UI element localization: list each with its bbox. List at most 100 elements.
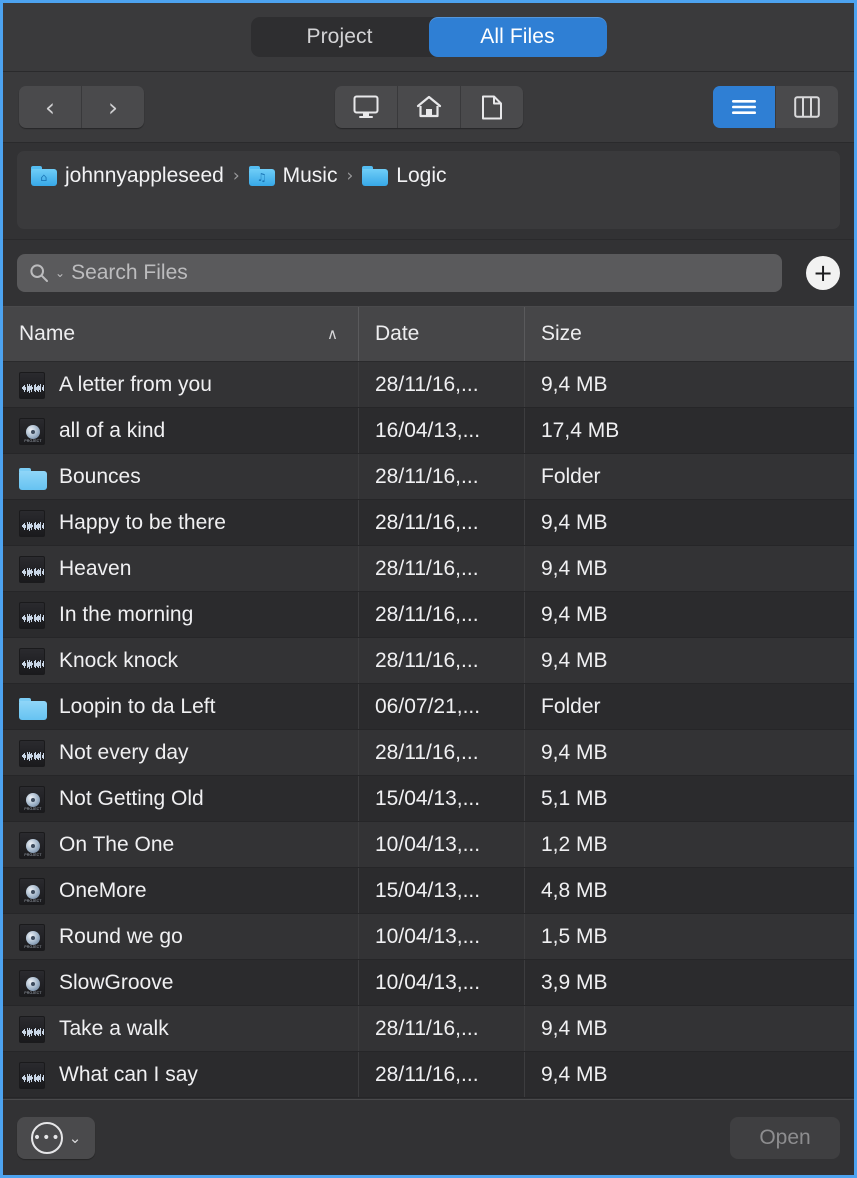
cell-date: 28/11/16,... bbox=[359, 546, 525, 591]
cell-size: Folder bbox=[525, 454, 854, 499]
file-date: 28/11/16,... bbox=[375, 603, 479, 627]
add-button[interactable]: + bbox=[806, 256, 840, 290]
file-name: SlowGroove bbox=[59, 971, 173, 995]
audio-file-icon bbox=[19, 1060, 45, 1090]
file-date: 28/11/16,... bbox=[375, 557, 479, 581]
table-row[interactable]: Take a walk 28/11/16,... 9,4 MB bbox=[3, 1006, 854, 1052]
file-size: 9,4 MB bbox=[541, 1017, 608, 1041]
cell-date: 15/04/13,... bbox=[359, 868, 525, 913]
column-header-label: Size bbox=[541, 322, 582, 346]
cell-name: PROJECTNot Getting Old bbox=[3, 776, 359, 821]
logic-project-icon: PROJECT bbox=[19, 830, 45, 860]
cell-date: 28/11/16,... bbox=[359, 592, 525, 637]
file-name: A letter from you bbox=[59, 373, 212, 397]
column-view-button[interactable] bbox=[776, 86, 838, 128]
cell-name: Bounces bbox=[3, 454, 359, 499]
file-name: Bounces bbox=[59, 465, 141, 489]
file-date: 10/04/13,... bbox=[375, 971, 480, 995]
chevron-left-icon: ‹ bbox=[45, 95, 55, 120]
breadcrumb-item-logic[interactable]: Logic bbox=[362, 164, 446, 188]
file-date: 16/04/13,... bbox=[375, 419, 480, 443]
column-view-icon bbox=[794, 96, 820, 118]
audio-file-icon bbox=[19, 370, 45, 400]
plus-icon: + bbox=[813, 261, 833, 285]
location-home-button[interactable] bbox=[398, 86, 461, 128]
cell-date: 10/04/13,... bbox=[359, 914, 525, 959]
home-icon bbox=[416, 95, 442, 119]
file-name: What can I say bbox=[59, 1063, 198, 1087]
bottom-bar: ••• ⌄ Open bbox=[3, 1099, 854, 1175]
search-placeholder: Search Files bbox=[71, 261, 188, 285]
cell-name: Take a walk bbox=[3, 1006, 359, 1051]
tab-all-files[interactable]: All Files bbox=[429, 17, 607, 57]
cell-name: Heaven bbox=[3, 546, 359, 591]
table-row[interactable]: PROJECTOn The One10/04/13,...1,2 MB bbox=[3, 822, 854, 868]
cell-date: 28/11/16,... bbox=[359, 1006, 525, 1051]
table-row[interactable]: In the morning 28/11/16,... 9,4 MB bbox=[3, 592, 854, 638]
column-header-size[interactable]: Size bbox=[525, 307, 854, 361]
location-documents-button[interactable] bbox=[461, 86, 523, 128]
table-row[interactable]: What can I say 28/11/16,... 9,4 MB bbox=[3, 1052, 854, 1098]
open-button[interactable]: Open bbox=[730, 1117, 840, 1159]
cell-name: PROJECT all of a kind bbox=[3, 408, 359, 453]
cell-date: 06/07/21,... bbox=[359, 684, 525, 729]
file-date: 28/11/16,... bbox=[375, 511, 479, 535]
chevron-down-icon[interactable]: ⌄ bbox=[55, 266, 65, 280]
location-computer-button[interactable] bbox=[335, 86, 398, 128]
forward-button[interactable]: › bbox=[82, 86, 144, 128]
file-date: 28/11/16,... bbox=[375, 649, 479, 673]
table-row[interactable]: PROJECTRound we go10/04/13,...1,5 MB bbox=[3, 914, 854, 960]
cell-size: 1,5 MB bbox=[525, 914, 854, 959]
path-panel: ⌂ johnnyappleseed › ♫ Music › bbox=[3, 143, 854, 240]
breadcrumb-separator: › bbox=[233, 166, 240, 186]
table-row[interactable]: Not every day28/11/16,...9,4 MB bbox=[3, 730, 854, 776]
list-view-icon bbox=[730, 98, 758, 116]
audio-file-icon bbox=[19, 554, 45, 584]
file-date: 28/11/16,... bbox=[375, 465, 479, 489]
file-list: Name ∧ Date Size A letter from you 28/11/… bbox=[3, 306, 854, 1099]
tab-project[interactable]: Project bbox=[251, 17, 429, 57]
segmented-control: Project All Files bbox=[251, 17, 607, 57]
logic-project-icon: PROJECT bbox=[19, 416, 45, 446]
table-row[interactable]: PROJECTSlowGroove10/04/13,...3,9 MB bbox=[3, 960, 854, 1006]
cell-size: 9,4 MB bbox=[525, 546, 854, 591]
audio-file-icon bbox=[19, 508, 45, 538]
file-name: all of a kind bbox=[59, 419, 165, 443]
file-name: Take a walk bbox=[59, 1017, 169, 1041]
cell-size: 4,8 MB bbox=[525, 868, 854, 913]
file-browser-window: Project All Files ‹ › bbox=[0, 0, 857, 1178]
file-size: 9,4 MB bbox=[541, 1063, 608, 1087]
table-row[interactable]: Bounces 28/11/16,... Folder bbox=[3, 454, 854, 500]
table-row[interactable]: A letter from you28/11/16,...9,4 MB bbox=[3, 362, 854, 408]
table-row[interactable]: Happy to be there28/11/16,...9,4 MB bbox=[3, 500, 854, 546]
breadcrumb-item-music[interactable]: ♫ Music bbox=[249, 164, 338, 188]
file-size: 4,8 MB bbox=[541, 879, 608, 903]
column-header-date[interactable]: Date bbox=[359, 307, 525, 361]
cell-size: 9,4 MB bbox=[525, 730, 854, 775]
table-row[interactable]: Knock knock28/11/16,...9,4 MB bbox=[3, 638, 854, 684]
file-size: 1,2 MB bbox=[541, 833, 608, 857]
breadcrumb-label: johnnyappleseed bbox=[65, 164, 224, 188]
search-input[interactable]: ⌄ Search Files bbox=[17, 254, 782, 292]
cell-name: In the morning bbox=[3, 592, 359, 637]
table-row[interactable]: PROJECTOneMore15/04/13,...4,8 MB bbox=[3, 868, 854, 914]
cell-size: Folder bbox=[525, 684, 854, 729]
cell-size: 9,4 MB bbox=[525, 592, 854, 637]
table-row[interactable]: PROJECTNot Getting Old15/04/13,...5,1 MB bbox=[3, 776, 854, 822]
cell-name: Knock knock bbox=[3, 638, 359, 683]
file-date: 28/11/16,... bbox=[375, 373, 479, 397]
list-view-button[interactable] bbox=[713, 86, 776, 128]
file-date: 28/11/16,... bbox=[375, 1063, 479, 1087]
tab-strip: Project All Files bbox=[3, 3, 854, 72]
chevron-right-icon: › bbox=[108, 95, 118, 120]
action-menu-button[interactable]: ••• ⌄ bbox=[17, 1117, 95, 1159]
cell-size: 9,4 MB bbox=[525, 1006, 854, 1051]
column-header-name[interactable]: Name ∧ bbox=[3, 307, 359, 361]
table-row[interactable]: Loopin to da Left06/07/21,...Folder bbox=[3, 684, 854, 730]
table-row[interactable]: PROJECTall of a kind16/04/13,...17,4 MB bbox=[3, 408, 854, 454]
table-row[interactable]: Heaven 28/11/16,... 9,4 MB bbox=[3, 546, 854, 592]
file-date: 15/04/13,... bbox=[375, 787, 480, 811]
breadcrumb-item-johnnyappleseed[interactable]: ⌂ johnnyappleseed bbox=[31, 164, 224, 188]
cell-name: Not every day bbox=[3, 730, 359, 775]
back-button[interactable]: ‹ bbox=[19, 86, 82, 128]
